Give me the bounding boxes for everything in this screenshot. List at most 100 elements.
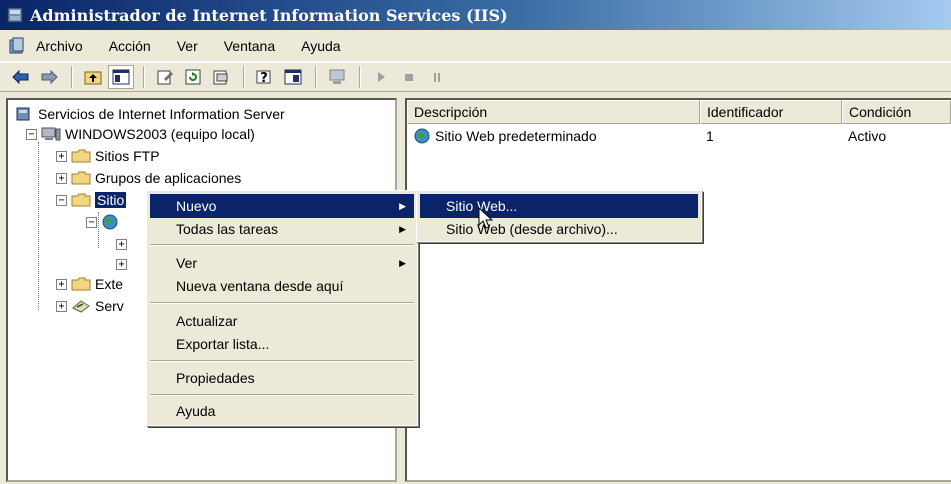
tree-item-child[interactable]: + bbox=[116, 234, 131, 254]
start-button[interactable] bbox=[368, 65, 394, 89]
context-menu: Nuevo ▶ Todas las tareas ▶ Ver ▶ Nueva v… bbox=[146, 190, 418, 426]
refresh-icon bbox=[185, 69, 201, 85]
list-row[interactable]: Sitio Web predeterminado 1 Activo bbox=[407, 126, 951, 146]
tree-label: Servicios de Internet Information Server bbox=[38, 106, 285, 122]
tree-item-ftp[interactable]: + Sitios FTP bbox=[56, 146, 160, 166]
refresh-button[interactable] bbox=[180, 65, 206, 89]
globe-icon bbox=[101, 214, 121, 230]
tree-label: Grupos de aplicaciones bbox=[95, 170, 242, 186]
help-button[interactable]: ? bbox=[252, 65, 278, 89]
expand-toggle[interactable]: + bbox=[116, 258, 127, 270]
collapse-toggle[interactable]: − bbox=[86, 216, 97, 228]
menu-accion[interactable]: Acción bbox=[107, 36, 153, 56]
toolbar-separator bbox=[359, 66, 361, 88]
list-pane[interactable]: Descripción Identificador Condición Siti… bbox=[405, 98, 951, 482]
up-level-button[interactable] bbox=[80, 65, 106, 89]
up-folder-icon bbox=[84, 71, 102, 85]
menu-ayuda[interactable]: Ayuda bbox=[299, 36, 342, 56]
tree-item-server[interactable]: − WINDOWS2003 (equipo local) bbox=[26, 124, 255, 144]
tree-item-services[interactable]: + Serv bbox=[56, 296, 124, 316]
toolbar-separator bbox=[143, 66, 145, 88]
export-list-button[interactable] bbox=[208, 65, 234, 89]
expand-toggle[interactable]: + bbox=[56, 278, 67, 290]
collapse-toggle[interactable]: − bbox=[26, 128, 37, 140]
forward-button[interactable] bbox=[36, 65, 62, 89]
menu-separator bbox=[150, 244, 414, 246]
tree-item-extensions[interactable]: + Exte bbox=[56, 274, 123, 294]
iis-icon bbox=[7, 7, 23, 23]
tree-label: Serv bbox=[95, 298, 124, 314]
expand-toggle[interactable]: + bbox=[56, 300, 67, 312]
connect-button[interactable] bbox=[324, 65, 350, 89]
mouse-cursor-icon bbox=[478, 207, 494, 229]
expand-toggle[interactable]: + bbox=[56, 150, 67, 162]
computer-icon bbox=[329, 69, 345, 84]
iis-icon bbox=[14, 106, 34, 122]
properties-button[interactable] bbox=[152, 65, 178, 89]
menu-item-ver[interactable]: Ver ▶ bbox=[150, 251, 414, 275]
console-tree-button[interactable] bbox=[280, 65, 306, 89]
site-identifier: 1 bbox=[706, 128, 714, 144]
column-identifier[interactable]: Identificador bbox=[700, 100, 842, 124]
play-icon bbox=[378, 72, 385, 82]
menu-separator bbox=[150, 302, 414, 304]
toolbar-separator bbox=[243, 66, 245, 88]
properties-icon bbox=[157, 70, 173, 85]
collapse-toggle[interactable]: − bbox=[56, 194, 67, 206]
show-tree-icon bbox=[112, 69, 130, 85]
pause-icon bbox=[434, 73, 440, 82]
folder-icon bbox=[71, 148, 91, 164]
column-status[interactable]: Condición bbox=[842, 100, 951, 124]
tree-item-app-pools[interactable]: + Grupos de aplicaciones bbox=[56, 168, 241, 188]
tree-item-root[interactable]: Servicios de Internet Information Server bbox=[14, 104, 285, 124]
globe-icon bbox=[414, 128, 430, 144]
expand-toggle[interactable]: + bbox=[56, 172, 67, 184]
window-title: Administrador de Internet Information Se… bbox=[30, 5, 508, 25]
stop-icon bbox=[405, 74, 413, 81]
menu-item-todas-las-tareas[interactable]: Todas las tareas ▶ bbox=[150, 217, 414, 241]
tree-item-child[interactable]: + bbox=[116, 254, 131, 274]
menu-archivo[interactable]: Archivo bbox=[34, 36, 85, 56]
menu-ventana[interactable]: Ventana bbox=[222, 36, 277, 56]
tree-label: Sitios FTP bbox=[95, 148, 160, 164]
stop-button[interactable] bbox=[396, 65, 422, 89]
menu-item-label: Nuevo bbox=[176, 198, 217, 214]
folder-icon bbox=[71, 276, 91, 292]
menu-item-nueva-ventana[interactable]: Nueva ventana desde aquí bbox=[150, 274, 414, 298]
menu-item-actualizar[interactable]: Actualizar bbox=[150, 309, 414, 333]
tree-item-default-site[interactable]: − bbox=[86, 212, 125, 232]
tree-item-web-sites[interactable]: − Sitio bbox=[56, 190, 127, 210]
menu-item-sitio-web[interactable]: Sitio Web... bbox=[420, 194, 698, 218]
folder-icon bbox=[71, 170, 91, 186]
tree-label: WINDOWS2003 (equipo local) bbox=[65, 126, 255, 142]
toolbar-separator bbox=[315, 66, 317, 88]
site-status: Activo bbox=[848, 128, 887, 144]
back-arrow-icon bbox=[12, 70, 29, 84]
menu-item-propiedades[interactable]: Propiedades bbox=[150, 366, 414, 390]
menu-item-sitio-web-desde-archivo[interactable]: Sitio Web (desde archivo)... bbox=[420, 217, 698, 241]
tree-connector bbox=[38, 142, 39, 310]
expand-toggle[interactable]: + bbox=[116, 238, 127, 250]
show-hide-tree-button[interactable] bbox=[108, 65, 134, 89]
pause-button[interactable] bbox=[424, 65, 450, 89]
export-icon bbox=[213, 70, 228, 85]
menu-item-label: Ayuda bbox=[176, 403, 216, 419]
computer-icon bbox=[41, 126, 61, 142]
toolbar-separator bbox=[71, 66, 73, 88]
menu-separator bbox=[150, 360, 414, 362]
menu-item-label: Nueva ventana desde aquí bbox=[176, 278, 344, 294]
toolbar: ? bbox=[0, 62, 951, 92]
menu-item-nuevo[interactable]: Nuevo ▶ bbox=[150, 194, 414, 218]
menu-item-label: Propiedades bbox=[176, 370, 255, 386]
title-bar[interactable]: Administrador de Internet Information Se… bbox=[0, 0, 951, 30]
back-button[interactable] bbox=[8, 65, 34, 89]
menu-item-label: Todas las tareas bbox=[176, 221, 278, 237]
menu-item-ayuda[interactable]: Ayuda bbox=[150, 399, 414, 423]
column-description[interactable]: Descripción bbox=[407, 100, 700, 124]
forward-arrow-icon bbox=[41, 70, 58, 84]
service-icon bbox=[71, 298, 91, 314]
console-icon[interactable] bbox=[8, 37, 26, 55]
menu-item-exportar-lista[interactable]: Exportar lista... bbox=[150, 332, 414, 356]
menu-item-label: Ver bbox=[176, 255, 198, 271]
menu-ver[interactable]: Ver bbox=[175, 36, 200, 56]
